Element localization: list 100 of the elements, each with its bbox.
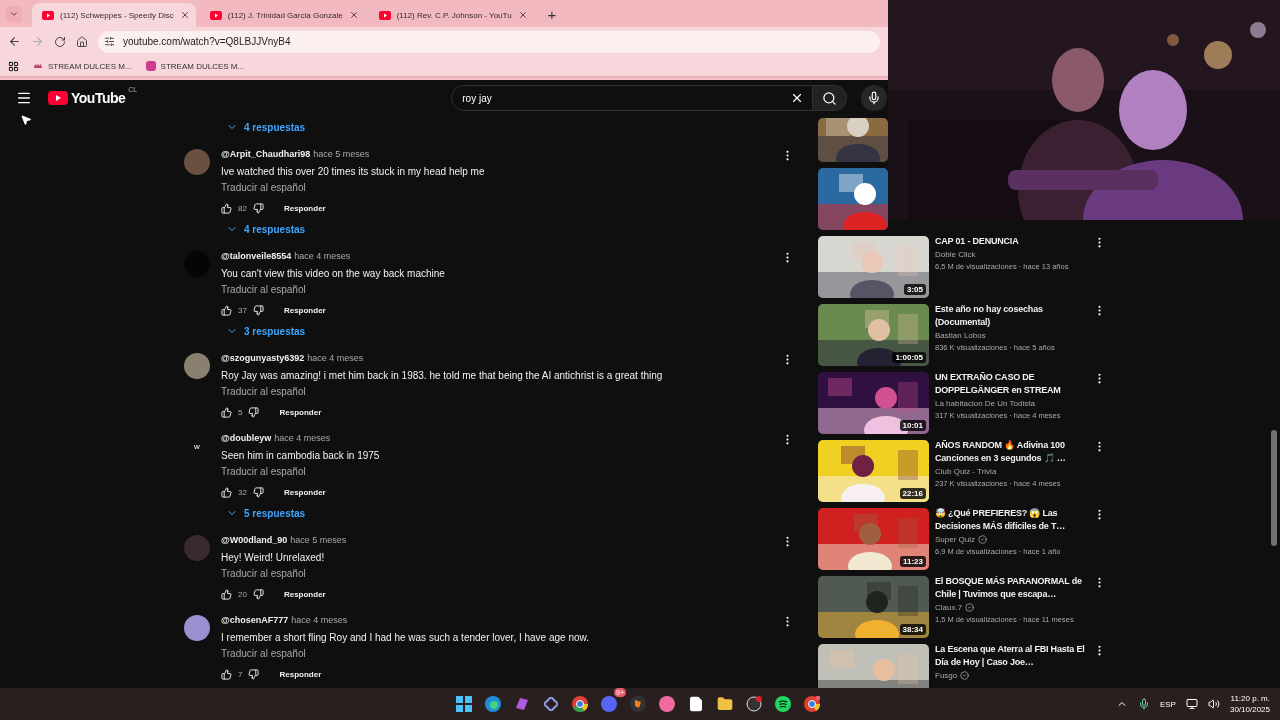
close-icon[interactable] bbox=[179, 10, 190, 20]
replies-toggle[interactable]: 4 respuestas bbox=[222, 116, 310, 138]
search-icon bbox=[822, 90, 838, 106]
dislike-icon[interactable] bbox=[252, 304, 264, 316]
channel-name[interactable]: Bastian Lobos bbox=[935, 329, 986, 342]
swirl-icon[interactable] bbox=[485, 696, 501, 712]
mic-icon[interactable] bbox=[1137, 698, 1150, 710]
menu-icon[interactable] bbox=[16, 90, 32, 106]
dislike-icon[interactable] bbox=[248, 406, 260, 418]
round-app-icon[interactable] bbox=[659, 696, 675, 712]
home-icon[interactable] bbox=[76, 35, 88, 48]
dislike-icon[interactable] bbox=[252, 202, 264, 214]
comment-author[interactable]: @doubleyw bbox=[221, 433, 272, 443]
like-icon[interactable] bbox=[221, 668, 232, 680]
fruit-icon[interactable] bbox=[630, 696, 646, 712]
comment-time: hace 4 meses bbox=[274, 433, 331, 443]
volume-icon[interactable] bbox=[1207, 698, 1220, 710]
diamond-icon[interactable] bbox=[544, 697, 558, 711]
browser-tab[interactable]: (112) J. Trinidad Garcia Gonzale bbox=[199, 3, 365, 27]
music-app-icon[interactable] bbox=[775, 696, 791, 712]
video-title[interactable]: Este año no hay cosechas (Documental) bbox=[935, 303, 1085, 329]
translate-link[interactable]: Traducir al español bbox=[221, 464, 306, 480]
translate-link[interactable]: Traducir al español bbox=[221, 282, 306, 298]
like-icon[interactable] bbox=[221, 486, 232, 498]
replies-toggle[interactable]: 5 respuestas bbox=[222, 502, 310, 524]
chat-app-icon[interactable] bbox=[601, 696, 617, 712]
apps-icon[interactable] bbox=[8, 60, 19, 72]
dislike-icon[interactable] bbox=[248, 668, 260, 680]
reply-button[interactable]: Responder bbox=[283, 203, 326, 213]
site-settings-icon[interactable] bbox=[104, 36, 115, 47]
chrome-icon[interactable] bbox=[572, 696, 588, 712]
channel-name[interactable]: Club Quiz - Trivia bbox=[935, 465, 997, 478]
channel-name[interactable]: Doble Click bbox=[935, 248, 976, 261]
comment-author[interactable]: @W00dland_90 bbox=[221, 535, 288, 545]
reply-button[interactable]: Responder bbox=[283, 487, 326, 497]
close-icon[interactable] bbox=[517, 10, 528, 20]
comment-author[interactable]: @chosenAF777 bbox=[221, 615, 289, 625]
comment-time: hace 5 meses bbox=[313, 149, 370, 159]
chrome-icon[interactable] bbox=[804, 696, 820, 712]
comment-author[interactable]: @szogunyasty6392 bbox=[221, 353, 305, 363]
video-duration: 22:16 bbox=[899, 488, 926, 499]
clock[interactable]: 11:20 p. m. 30/10/2025 bbox=[1229, 693, 1270, 715]
replies-toggle[interactable]: 4 respuestas bbox=[222, 218, 310, 240]
reply-button[interactable]: Responder bbox=[279, 669, 322, 679]
search-button[interactable] bbox=[813, 85, 848, 111]
channel-name[interactable]: La habitacion De Un Todista bbox=[935, 397, 1035, 410]
like-icon[interactable] bbox=[221, 588, 232, 600]
comment-author[interactable]: @talonveile8554 bbox=[221, 251, 292, 261]
dislike-icon[interactable] bbox=[252, 486, 264, 498]
chevron-down-icon bbox=[9, 9, 19, 19]
like-icon[interactable] bbox=[221, 304, 232, 316]
dislike-icon[interactable] bbox=[252, 588, 264, 600]
like-icon[interactable] bbox=[221, 406, 232, 418]
channel-name[interactable]: Fusgo bbox=[935, 669, 970, 682]
ribbon-icon[interactable] bbox=[514, 696, 530, 712]
video-title[interactable]: AÑOS RANDOM 🔥 Adivina 100 Canciones en 3 segundos 🎵 … bbox=[935, 439, 1085, 465]
translate-link[interactable]: Traducir al español bbox=[221, 180, 306, 196]
bookmark[interactable]: STREAM DULCES M... bbox=[145, 61, 245, 71]
comment-text: I remember a short fling Roy and I had he was such a tender lover, I have age now. bbox=[221, 631, 590, 645]
mic-icon bbox=[867, 91, 882, 105]
scrollbar-thumb[interactable] bbox=[1271, 430, 1277, 546]
language-indicator[interactable]: ESP bbox=[1159, 699, 1176, 709]
video-title[interactable]: El BOSQUE MÁS PARANORMAL de Chile | Tuvimos que escapa… bbox=[935, 575, 1085, 601]
network-icon[interactable] bbox=[1185, 698, 1198, 710]
reload-icon[interactable] bbox=[54, 35, 66, 48]
video-title[interactable]: UN EXTRAÑO CASO DE DOPPELGÄNGER en STREAM bbox=[935, 371, 1085, 397]
record-icon[interactable] bbox=[746, 696, 762, 712]
video-title[interactable]: CAP 01 - DENUNCIA bbox=[935, 235, 1019, 248]
close-icon[interactable] bbox=[348, 10, 359, 20]
folder-icon[interactable] bbox=[717, 696, 733, 712]
comment-text: You can't view this video on the way back machine bbox=[221, 267, 446, 281]
reply-button[interactable]: Responder bbox=[283, 589, 326, 599]
translate-link[interactable]: Traducir al español bbox=[221, 646, 306, 662]
channel-name[interactable]: Claux.7 bbox=[935, 601, 975, 614]
bookmark[interactable]: STREAM DULCES M... bbox=[33, 61, 132, 71]
browser-tab[interactable]: (112) Schweppes - Speedy Disc bbox=[32, 3, 196, 27]
video-title[interactable]: La Escena que Aterra al FBI Hasta El Día de Hoy | Caso Joe… bbox=[935, 643, 1085, 669]
reply-button[interactable]: Responder bbox=[283, 305, 326, 315]
video-duration: 3:05 bbox=[904, 284, 926, 295]
channel-name[interactable]: Super Quiz bbox=[935, 533, 988, 546]
translate-link[interactable]: Traducir al español bbox=[221, 566, 306, 582]
address-bar[interactable]: youtube.com/watch?v=Q8LBJJVnyB4 bbox=[98, 30, 880, 53]
voice-search-button[interactable] bbox=[861, 85, 888, 111]
like-count: 5 bbox=[238, 407, 243, 417]
like-icon[interactable] bbox=[221, 202, 232, 214]
file-icon[interactable] bbox=[688, 696, 704, 712]
avatar[interactable] bbox=[184, 615, 210, 641]
browser-tab[interactable]: (112) Rev. C.P. Johnson - YouTu bbox=[368, 3, 534, 27]
comment-text: Roy Jay was amazing! i met him back in 1983. he told me that being the AI antichrist is a great thing bbox=[221, 369, 664, 383]
translate-link[interactable]: Traducir al español bbox=[221, 384, 306, 400]
video-title[interactable]: 🤯 ¿Qué PREFIERES? 😱 Las Decisiones MÁS difíciles de T… bbox=[935, 507, 1085, 533]
back-icon[interactable] bbox=[8, 35, 21, 48]
comment-author[interactable]: @Arpit_Chaudhari98 bbox=[221, 149, 311, 159]
replies-toggle[interactable]: 3 respuestas bbox=[222, 320, 310, 342]
avatar[interactable] bbox=[184, 353, 210, 379]
crown-icon bbox=[33, 61, 43, 71]
reply-button[interactable]: Responder bbox=[279, 407, 322, 417]
comment-time: hace 4 meses bbox=[307, 353, 364, 363]
windows-icon[interactable] bbox=[456, 696, 472, 712]
new-tab-button[interactable]: + bbox=[547, 6, 557, 23]
